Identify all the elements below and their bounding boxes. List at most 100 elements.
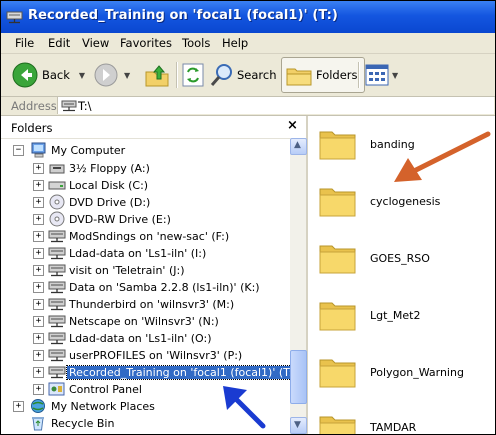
tree-item-dvd[interactable]: + DVD Drive (D:) [1,194,290,211]
title-bar[interactable]: Recorded_Training on 'focal1 (focal1)' (… [1,1,495,33]
folder-name: Lgt_Met2 [370,309,421,322]
tree-item-network-drive-k[interactable]: + Data on 'Samba 2.2.8 (ls1-iln)' (K:) [1,279,290,296]
tree-item-dvd-rw[interactable]: + DVD-RW Drive (E:) [1,211,290,228]
menu-bar: File Edit View Favorites Tools Help [1,33,495,54]
tree-item-label: Recycle Bin [51,417,115,430]
tree-item-network-drive-o[interactable]: + Ldad-data on 'Ls1-iln' (O:) [1,330,290,347]
folder-item-polygon-warning[interactable]: Polygon_Warning [318,354,488,394]
menu-favorites[interactable]: Favorites [120,36,172,50]
sync-icon [182,63,204,87]
sync-button[interactable] [182,60,204,90]
tree-item-label: Data on 'Samba 2.2.8 (ls1-iln)' (K:) [69,281,260,294]
tree-item-label: visit on 'Teletrain' (J:) [69,264,185,277]
computer-icon [31,142,46,158]
back-arrow-icon [12,62,38,88]
expand-icon[interactable]: + [33,163,44,174]
network-drive-icon [61,100,77,112]
menu-edit[interactable]: Edit [48,36,70,50]
close-icon[interactable]: × [287,118,298,133]
folder-icon [319,131,356,160]
expand-icon[interactable]: + [13,401,24,412]
expand-icon[interactable]: + [33,384,44,395]
network-drive-icon [48,366,66,379]
collapse-icon[interactable]: − [13,145,24,156]
views-icon [365,64,389,86]
folder-icon [319,359,356,388]
tree-item-label: DVD Drive (D:) [69,196,151,209]
tree-item-label: DVD-RW Drive (E:) [69,213,171,226]
folder-name: Polygon_Warning [370,366,464,379]
folder-icon [319,302,356,331]
tree-item-label: Control Panel [69,383,142,396]
tree-item-label: Local Disk (C:) [69,179,149,192]
menu-help[interactable]: Help [222,36,248,50]
tree-item-my-computer[interactable]: − My Computer [1,142,290,159]
tree-item-network-drive-f[interactable]: + ModSndings on 'new-sac' (F:) [1,228,290,245]
expand-icon[interactable]: + [33,197,44,208]
disk-icon [48,181,66,190]
scroll-down-button[interactable]: ▼ [290,417,307,434]
expand-icon[interactable]: + [33,333,44,344]
expand-icon[interactable]: + [33,299,44,310]
tree-item-local-disk[interactable]: + Local Disk (C:) [1,177,290,194]
menu-file[interactable]: File [15,36,34,50]
chevron-down-icon: ▼ [294,420,301,430]
control-panel-icon [48,382,65,396]
tree-item-label: Ldad-data on 'Ls1-iln' (I:) [69,247,207,260]
expand-icon[interactable]: + [33,248,44,259]
tree-item-label: My Network Places [51,400,155,413]
up-folder-button[interactable] [144,60,170,90]
expand-icon[interactable]: + [33,282,44,293]
folder-name: TAMDAR [370,421,417,434]
folders-button[interactable]: Folders [281,57,365,93]
back-dropdown-icon[interactable]: ▼ [79,71,85,80]
folder-item-cyclogenesis[interactable]: cyclogenesis [318,183,488,223]
expand-icon[interactable]: + [33,350,44,361]
address-value: T:\ [78,99,92,113]
folder-name: cyclogenesis [370,195,441,208]
expand-icon[interactable]: + [33,180,44,191]
folder-tree-scrollbar[interactable]: ▲ ▼ [290,138,307,434]
back-button[interactable]: Back ▼ [11,60,85,90]
menu-tools[interactable]: Tools [182,36,210,50]
menu-view[interactable]: View [82,36,109,50]
folder-item-goes-rso[interactable]: GOES_RSO [318,240,488,280]
network-drive-icon [48,315,66,328]
views-dropdown-icon[interactable]: ▼ [392,71,398,80]
window-title: Recorded_Training on 'focal1 (focal1)' (… [28,8,338,23]
folder-item-tamdar[interactable]: TAMDAR [318,411,488,434]
address-bar: Address T:\ [1,97,495,116]
tree-item-network-drive-i[interactable]: + Ldad-data on 'Ls1-iln' (I:) [1,245,290,262]
tree-item-label: My Computer [51,144,126,157]
views-button[interactable]: ▼ [365,60,398,90]
folders-icon [286,68,312,86]
address-input[interactable]: T:\ [57,97,494,114]
expand-icon[interactable]: + [33,316,44,327]
tree-item-label: 3½ Floppy (A:) [69,162,150,175]
folder-icon [319,245,356,274]
tree-item-network-drive-m[interactable]: + Thunderbird on 'wilnsvr3' (M:) [1,296,290,313]
forward-button[interactable]: ▼ [93,60,130,90]
network-drive-icon [48,332,66,345]
tree-item-network-drive-n[interactable]: + Netscape on 'Wilnsvr3' (N:) [1,313,290,330]
tree-item-network-drive-p[interactable]: + userPROFILES on 'Wilnsvr3' (P:) [1,347,290,364]
search-label: Search [237,68,277,82]
scroll-up-button[interactable]: ▲ [290,138,307,155]
forward-dropdown-icon[interactable]: ▼ [124,71,130,80]
folder-icon [319,188,356,217]
expand-icon[interactable]: + [33,265,44,276]
expand-icon[interactable]: + [33,214,44,225]
search-button[interactable]: Search [209,60,277,90]
tree-item-label: userPROFILES on 'Wilnsvr3' (P:) [69,349,243,362]
expand-icon[interactable]: + [33,231,44,242]
tree-item-network-drive-j[interactable]: + visit on 'Teletrain' (J:) [1,262,290,279]
tree-item-label: Netscape on 'Wilnsvr3' (N:) [69,315,219,328]
scroll-thumb[interactable] [290,350,307,404]
tree-item-label: Ldad-data on 'Ls1-iln' (O:) [69,332,212,345]
network-drive-icon [48,298,66,311]
annotation-arrow-blue [223,386,266,429]
folder-item-lgt-met2[interactable]: Lgt_Met2 [318,297,488,337]
expand-icon[interactable]: + [33,367,44,378]
tree-item-floppy[interactable]: + 3½ Floppy (A:) [1,160,290,177]
folders-pane: Folders × − My Computer + 3½ Floppy (A:)… [1,116,308,434]
